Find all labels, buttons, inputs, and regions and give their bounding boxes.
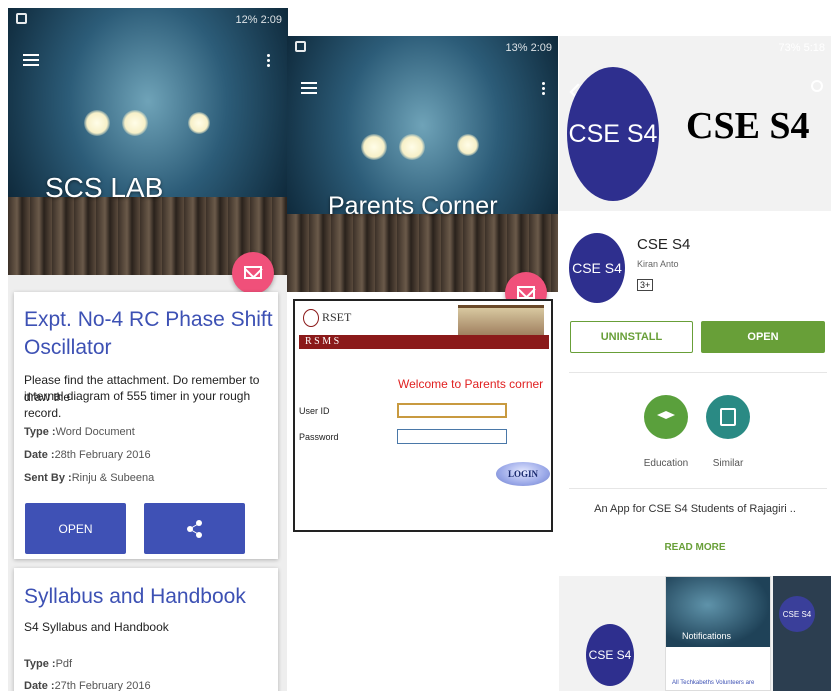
app-screenshot[interactable]: CSE S4 <box>773 576 831 691</box>
card-body-continued: internal diagram of 555 timer in your ro… <box>24 389 251 420</box>
card-title: Syllabus and Handbook <box>24 585 246 608</box>
parents-corner-screen: 13% 2:09 Parents Corner RSET R S M S Wel… <box>287 36 558 691</box>
share-icon <box>186 519 203 538</box>
screenshot-caption: All Techkabeths Volunteers are <box>672 680 755 686</box>
rset-logo-text: RSET <box>322 310 352 324</box>
type-value: Pdf <box>55 658 73 670</box>
bokeh-light <box>457 134 479 156</box>
status-bar: 73% 5:18 <box>559 36 831 60</box>
rsms-title-bar: R S M S <box>299 335 549 349</box>
open-button[interactable]: OPEN <box>25 503 126 554</box>
menu-icon[interactable] <box>23 54 39 66</box>
type-row: Type :Word Document <box>24 426 135 438</box>
notice-card: Expt. No-4 RC Phase Shift Oscillator Ple… <box>14 292 278 559</box>
userid-label: User ID <box>299 406 330 416</box>
status-bar: 13% 2:09 <box>287 36 558 60</box>
date-row: Date :28th February 2016 <box>24 449 151 461</box>
scs-lab-screen: 12% 2:09 SCS LAB Expt. No-4 RC Phase Shi… <box>8 8 288 691</box>
type-row: Type :Pdf <box>24 658 72 670</box>
date-value: 28th February 2016 <box>54 449 151 461</box>
date-row: Date :27th February 2016 <box>24 680 151 691</box>
page-title: Parents Corner <box>328 192 498 220</box>
mail-fab[interactable] <box>232 252 274 294</box>
type-label: Type : <box>24 426 56 438</box>
parents-corner-header: 13% 2:09 Parents Corner <box>287 36 558 292</box>
search-icon[interactable] <box>811 80 823 92</box>
screenshot-title: Notifications <box>682 631 732 641</box>
content-rating-badge: 3+ <box>637 279 654 291</box>
divider <box>569 488 827 489</box>
card-subtitle: S4 Syllabus and Handbook <box>24 620 169 634</box>
sent-by-label: Sent By : <box>24 472 72 484</box>
uninstall-button[interactable]: UNINSTALL <box>570 321 693 353</box>
cards-icon <box>720 408 736 426</box>
welcome-text: Welcome to Parents corner <box>398 377 544 391</box>
status-text: 12% 2:09 <box>235 14 282 26</box>
login-button[interactable]: LOGIN <box>496 462 550 486</box>
userid-input[interactable] <box>397 403 507 418</box>
read-more-link[interactable]: READ MORE <box>559 542 831 553</box>
play-banner: 73% 5:18 CSE S4 CSE S4 <box>559 36 831 211</box>
education-category-button[interactable] <box>644 395 688 439</box>
developer-name[interactable]: Kiran Anto <box>637 259 679 269</box>
overflow-menu-icon[interactable] <box>542 82 546 96</box>
sent-by-value: Rinju & Subeena <box>71 472 155 484</box>
app-name: CSE S4 <box>637 236 691 253</box>
page-title: SCS LAB <box>45 172 164 203</box>
divider <box>569 372 827 373</box>
banner-logo: CSE S4 <box>567 67 659 201</box>
scs-lab-header: 12% 2:09 SCS LAB <box>8 8 288 275</box>
similar-label: Similar <box>712 458 744 469</box>
banner-text: CSE S4 <box>686 105 810 147</box>
rsms-login-frame: RSET R S M S Welcome to Parents corner U… <box>293 299 553 532</box>
card-title-continued: Oscillator <box>24 336 112 359</box>
sent-by-row: Sent By :Rinju & Subeena <box>24 472 154 484</box>
notification-icon <box>295 41 306 52</box>
card-title: Expt. No-4 RC Phase Shift <box>24 308 273 331</box>
similar-apps-button[interactable] <box>706 395 750 439</box>
notice-card: Syllabus and Handbook S4 Syllabus and Ha… <box>14 568 278 691</box>
notification-icon <box>16 13 27 24</box>
type-value: Word Document <box>55 426 135 438</box>
bokeh-light <box>188 112 210 134</box>
app-screenshot[interactable]: Notifications All Techkabeths Volunteers… <box>665 576 771 691</box>
open-button[interactable]: OPEN <box>701 321 825 353</box>
screenshot-logo: CSE S4 <box>779 596 815 632</box>
status-bar: 12% 2:09 <box>8 8 288 32</box>
date-label: Date : <box>24 680 55 691</box>
play-store-screen: 73% 5:18 CSE S4 CSE S4 CSE S4 CSE S4 Kir… <box>559 36 831 691</box>
overflow-menu-icon[interactable] <box>267 54 271 68</box>
menu-icon[interactable] <box>301 82 317 94</box>
screenshot-app-icon: CSE S4 <box>586 624 634 686</box>
education-label: Education <box>643 458 689 469</box>
date-label: Date : <box>24 449 55 461</box>
rsms-title: R S M S <box>305 336 340 347</box>
graduation-cap-icon <box>657 411 675 419</box>
screenshots-strip: CSE S4 Notifications All Techkabeths Vol… <box>559 576 831 691</box>
status-text: 13% 2:09 <box>505 42 552 54</box>
mail-icon <box>517 286 535 299</box>
bokeh-light <box>399 134 425 160</box>
password-input[interactable] <box>397 429 507 444</box>
date-value: 27th February 2016 <box>54 680 151 691</box>
status-text: 73% 5:18 <box>778 42 825 54</box>
app-description: An App for CSE S4 Students of Rajagiri .… <box>594 503 796 515</box>
share-button[interactable] <box>144 503 245 554</box>
bokeh-light <box>122 110 148 136</box>
screenshot-header: Notifications <box>666 577 770 647</box>
rset-logo <box>303 309 319 327</box>
bokeh-light <box>361 134 387 160</box>
mail-icon <box>244 266 262 279</box>
password-label: Password <box>299 432 339 442</box>
type-label: Type : <box>24 658 56 670</box>
campus-building-image <box>458 305 544 335</box>
bokeh-light <box>84 110 110 136</box>
app-icon: CSE S4 <box>569 233 625 303</box>
